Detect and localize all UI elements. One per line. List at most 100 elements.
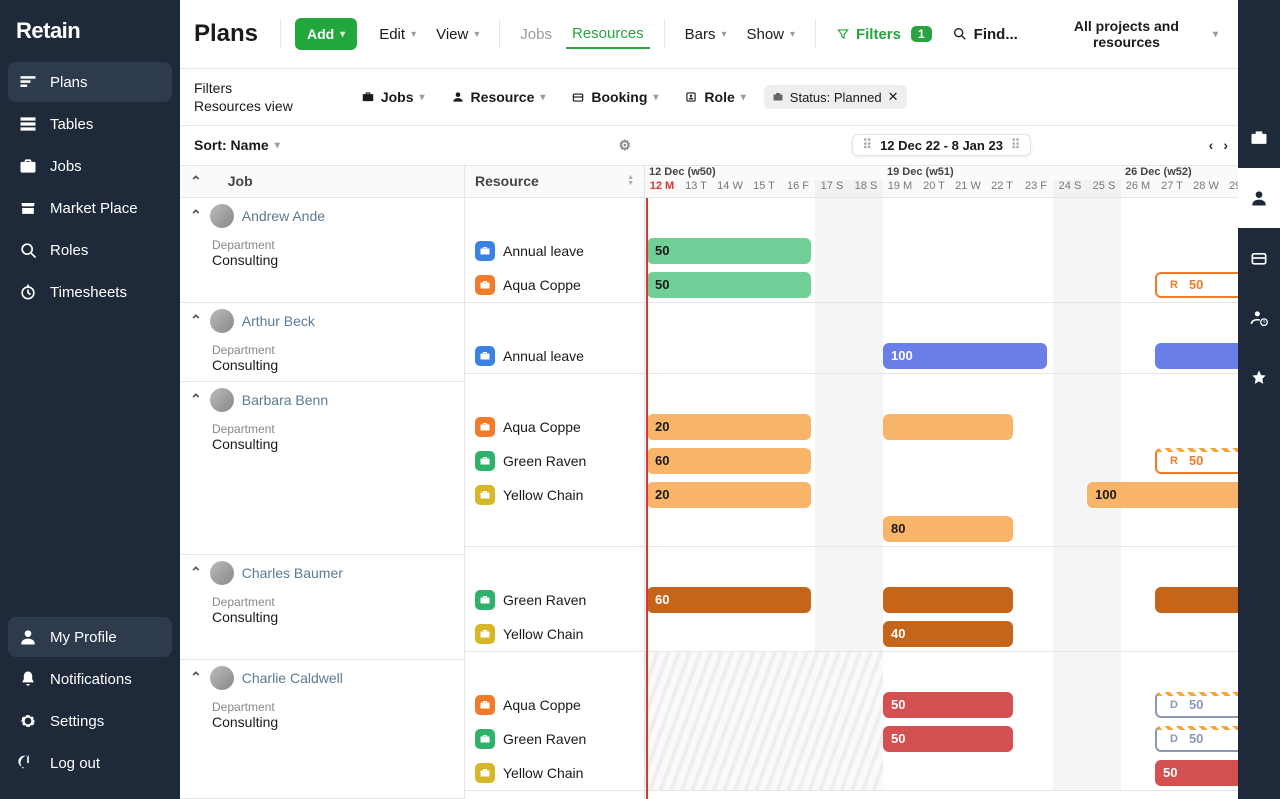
date-range-button[interactable]: ⠿ 12 Dec 22 - 8 Jan 23 ⠿ [852,134,1032,156]
add-button[interactable]: Add ▾ [295,18,357,50]
roles-icon [18,240,38,260]
page-title: Plans [194,20,258,48]
timeline-row: 40 [645,617,1238,651]
filter-resource[interactable]: Resource▾ [443,85,554,109]
booking-bar[interactable]: 80 [883,516,1013,542]
booking-bar[interactable] [883,587,1013,613]
view-menu[interactable]: View▾ [430,20,485,49]
sidebar-item-settings[interactable]: Settings [8,701,172,741]
filter-booking[interactable]: Booking▾ [563,85,666,109]
sidebar-item-tables[interactable]: Tables [8,104,172,144]
add-label: Add [307,26,334,42]
job-row[interactable]: Annual leave [465,339,644,373]
booking-bar[interactable]: 50 [1155,760,1238,786]
job-row[interactable] [465,512,644,546]
booking-bar[interactable]: 50 [883,726,1013,752]
avatar [210,388,234,412]
booking-bar[interactable]: D50 [1155,726,1238,752]
job-row[interactable]: Green Raven [465,722,644,756]
job-row[interactable]: Green Raven [465,444,644,478]
collapse-icon[interactable]: ⌃ [190,669,202,686]
job-row[interactable]: Annual leave [465,234,644,268]
booking-bar[interactable] [1155,343,1238,369]
filter-role[interactable]: Role▾ [676,85,753,109]
collapse-icon[interactable]: ⌃ [190,564,202,581]
job-row[interactable]: Aqua Coppe [465,268,644,302]
bars-menu[interactable]: Bars▾ [679,20,733,49]
sidebar-item-logout[interactable]: Log out [8,743,172,783]
collapse-icon[interactable]: ⌃ [190,312,202,329]
rail-star[interactable] [1238,348,1280,408]
sidebar-item-market[interactable]: Market Place [8,188,172,228]
find-button[interactable]: Find... [946,20,1024,49]
booking-bar[interactable]: 20 [647,414,811,440]
booking-value: 50 [655,243,669,258]
day-label: 26 M [1121,180,1155,198]
booking-value: 80 [891,521,905,536]
booking-bar[interactable] [1155,587,1238,613]
rail-jobs[interactable] [1238,108,1280,168]
filter-booking-label: Booking [591,89,647,105]
tab-resources[interactable]: Resources [566,19,650,49]
booking-bar[interactable] [883,414,1013,440]
timeline-row: 20 100 [645,478,1238,512]
job-row[interactable]: Yellow Chain [465,478,644,512]
gear-icon[interactable]: ⚙ [618,137,631,154]
rail-booking[interactable] [1238,228,1280,288]
show-menu[interactable]: Show▾ [740,20,801,49]
filters-button[interactable]: Filters 1 [830,20,938,49]
booking-bar[interactable]: 100 [883,343,1047,369]
sidebar-item-plans[interactable]: Plans [8,62,172,102]
collapse-icon[interactable]: ⌃ [190,391,202,408]
resource-row: ⌃Charlie CaldwellDepartmentConsulting [180,660,464,799]
sidebar-item-notifications[interactable]: Notifications [8,659,172,699]
sidebar-item-jobs[interactable]: Jobs [8,146,172,186]
booking-bar[interactable]: 60 [647,587,811,613]
projects-selector[interactable]: All projects and resources▾ [1040,12,1224,56]
booking-bar[interactable]: 40 [883,621,1013,647]
sort-button[interactable]: Sort: Name ▾ [194,137,280,153]
edit-menu[interactable]: Edit▾ [373,20,422,49]
resource-header[interactable]: ⌃Charlie Caldwell [180,660,464,696]
department-value: Consulting [212,609,454,625]
rail-help-person[interactable]: ? [1238,288,1280,348]
filter-chip-status[interactable]: Status: Planned ✕ [764,85,907,109]
timeline-row: 20 [645,410,1238,444]
close-icon[interactable]: ✕ [888,89,899,105]
job-row[interactable]: Green Raven [465,583,644,617]
tab-jobs[interactable]: Jobs [514,20,558,49]
collapse-icon[interactable]: ⌃ [190,207,202,224]
filters-heading: Filters [194,79,293,97]
sidebar-item-timesheets[interactable]: Timesheets [8,272,172,312]
job-row[interactable]: Yellow Chain [465,617,644,651]
collapse-all-icon[interactable]: ⌃ [190,173,202,190]
rail-person[interactable] [1238,168,1280,228]
prev-button[interactable]: ‹ [1209,137,1214,153]
resource-column-header[interactable]: Resource ▲▼ [465,166,645,198]
booking-bar[interactable]: R50 [1155,448,1238,474]
booking-bar[interactable]: R50 [1155,272,1238,298]
booking-bar[interactable]: 20 [647,482,811,508]
sidebar-item-profile[interactable]: My Profile [8,617,172,657]
booking-bar[interactable]: 50 [647,238,811,264]
job-icon [475,624,495,644]
booking-bar[interactable]: 100 [1087,482,1238,508]
resource-row: ⌃Barbara BennDepartmentConsulting [180,382,464,555]
job-row[interactable]: Yellow Chain [465,756,644,790]
job-name: Green Raven [503,453,586,469]
resource-header[interactable]: ⌃Charles Baumer [180,555,464,591]
resource-header[interactable]: ⌃Barbara Benn [180,382,464,418]
sidebar-item-roles[interactable]: Roles [8,230,172,270]
resource-header[interactable]: ⌃Arthur Beck [180,303,464,339]
job-row[interactable]: Aqua Coppe [465,688,644,722]
filter-jobs[interactable]: Jobs▾ [353,85,433,109]
booking-bar[interactable]: D50 [1155,692,1238,718]
job-row[interactable]: Aqua Coppe [465,410,644,444]
job-icon [475,346,495,366]
resource-header[interactable]: ⌃Andrew Ande [180,198,464,234]
booking-bar[interactable]: 60 [647,448,811,474]
booking-bar[interactable]: 50 [883,692,1013,718]
booking-value: 60 [655,592,669,607]
next-button[interactable]: › [1223,137,1228,153]
booking-bar[interactable]: 50 [647,272,811,298]
